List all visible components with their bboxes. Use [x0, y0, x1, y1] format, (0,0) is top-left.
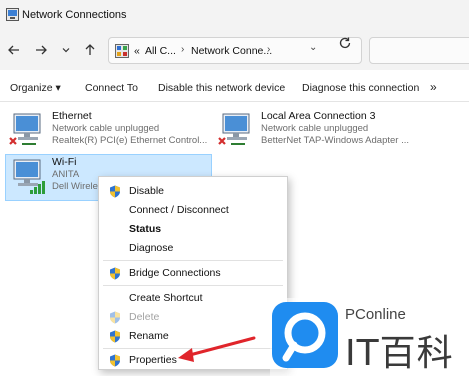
up-button[interactable]	[82, 42, 98, 58]
connection-adapter: Realtek(R) PCI(e) Ethernet Control...	[52, 135, 208, 146]
connection-ethernet[interactable]: Ethernet Network cable unplugged Realtek…	[8, 110, 208, 150]
connection-name: Wi-Fi	[52, 156, 77, 168]
breadcrumb-network-connections[interactable]: Network Conne...	[191, 45, 272, 57]
uac-shield-icon	[110, 354, 120, 367]
recent-locations-button[interactable]	[58, 42, 74, 58]
connection-name: Local Area Connection 3	[261, 110, 376, 122]
menu-separator	[103, 260, 283, 261]
forward-arrow-icon	[36, 45, 47, 55]
command-bar: Organize ▾ Connect To Disable this netwo…	[0, 70, 469, 102]
organize-menu-button[interactable]: Organize ▾	[10, 82, 61, 94]
address-dropdown-icon[interactable]: ⌄	[309, 42, 317, 53]
menu-item-disable[interactable]: Disable	[99, 182, 287, 200]
menu-item-status[interactable]: Status	[99, 220, 287, 238]
connection-adapter: Dell Wirele	[52, 181, 98, 192]
disable-device-button[interactable]: Disable this network device	[158, 82, 285, 94]
connection-status: Network cable unplugged	[261, 123, 369, 134]
breadcrumb-chevron-icon: ›	[181, 44, 185, 55]
uac-shield-icon	[110, 330, 120, 343]
up-arrow-icon	[85, 44, 95, 55]
connection-local-area-3[interactable]: Local Area Connection 3 Network cable un…	[217, 110, 467, 150]
uac-shield-icon	[110, 311, 120, 324]
menu-item-diagnose[interactable]: Diagnose	[99, 239, 287, 257]
connect-to-button[interactable]: Connect To	[85, 82, 138, 94]
control-panel-icon	[115, 44, 129, 58]
menu-item-create-shortcut[interactable]: Create Shortcut	[99, 289, 287, 307]
ethernet-adapter-icon	[9, 113, 41, 145]
red-arrow-annotation	[178, 336, 256, 362]
breadcrumb-all-control-panel[interactable]: All C...	[145, 45, 176, 57]
more-commands-button[interactable]: »	[430, 80, 437, 94]
connection-status: ANITA	[52, 169, 80, 180]
connection-adapter: BetterNet TAP-Windows Adapter ...	[261, 135, 410, 146]
diagnose-connection-button[interactable]: Diagnose this connection	[302, 82, 419, 94]
breadcrumb-chevron-icon: ›	[267, 44, 271, 55]
menu-item-bridge-connections[interactable]: Bridge Connections	[99, 264, 287, 282]
connection-name: Ethernet	[52, 110, 92, 122]
refresh-icon[interactable]	[338, 36, 352, 50]
window-title: Network Connections	[22, 9, 127, 21]
pconline-logo-icon	[272, 302, 338, 368]
address-box[interactable]: « All C... › Network Conne... › ⌄	[108, 37, 362, 64]
chevron-down-icon	[62, 48, 70, 53]
wifi-adapter-icon	[13, 159, 45, 194]
menu-item-connect-disconnect[interactable]: Connect / Disconnect	[99, 201, 287, 219]
back-button[interactable]	[6, 42, 22, 58]
watermark-brand-large: IT百科	[345, 333, 454, 374]
network-connections-app-icon	[6, 8, 19, 21]
watermark-brand-small: PConline	[345, 306, 406, 323]
uac-shield-icon	[110, 185, 120, 198]
back-arrow-icon	[8, 45, 19, 55]
title-bar: Network Connections	[0, 0, 469, 30]
address-toolbar: « All C... › Network Conne... › ⌄	[0, 30, 469, 70]
forward-button[interactable]	[33, 42, 49, 58]
search-input[interactable]	[369, 37, 469, 64]
uac-shield-icon	[110, 267, 120, 280]
menu-separator	[103, 285, 283, 286]
breadcrumb-overflow[interactable]: «	[134, 45, 140, 57]
connection-status: Network cable unplugged	[52, 123, 160, 134]
ethernet-adapter-icon	[218, 113, 250, 145]
